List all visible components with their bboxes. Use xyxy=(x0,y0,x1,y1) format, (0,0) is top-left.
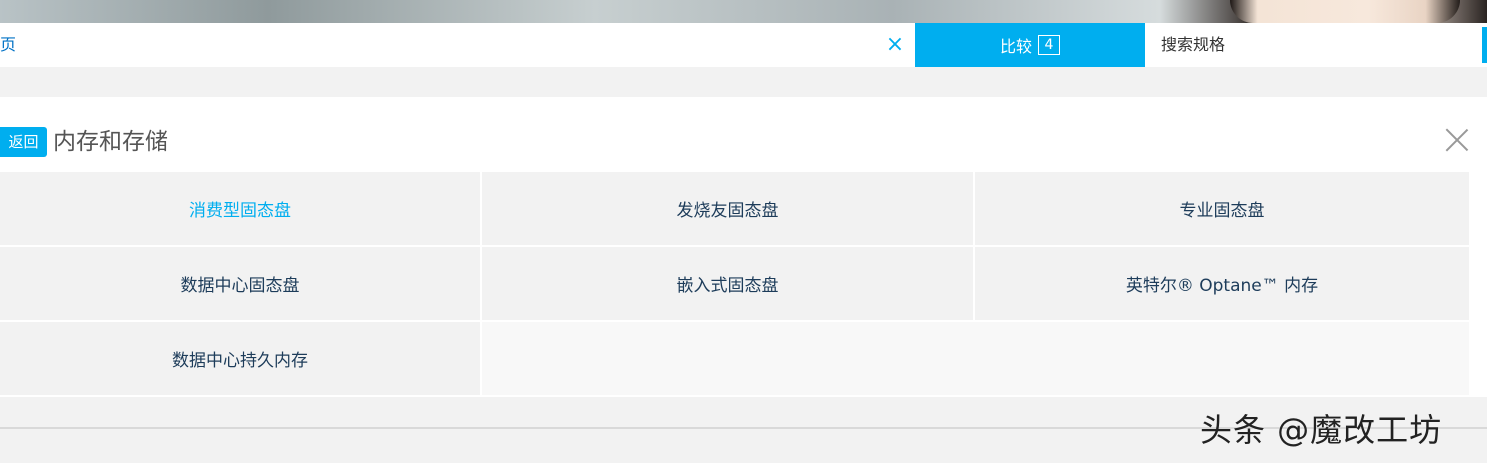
clear-icon[interactable]: × xyxy=(884,34,906,56)
category-persistent-memory[interactable]: 数据中心持久内存 xyxy=(0,322,480,395)
panel-title: 内存和存储 xyxy=(53,129,168,155)
compare-label: 比较 xyxy=(999,37,1032,56)
compare-button[interactable]: 比较 4 xyxy=(915,23,1145,67)
back-button[interactable]: 返回 xyxy=(0,127,47,157)
hero-banner-image xyxy=(0,0,1487,23)
category-embedded-ssd[interactable]: 嵌入式固态盘 xyxy=(482,247,973,320)
compare-bar: 页 × 比较 4 搜索规格 xyxy=(0,23,1487,67)
compare-count-badge: 4 xyxy=(1038,35,1060,55)
category-consumer-ssd[interactable]: 消费型固态盘 xyxy=(0,172,480,245)
spec-search-edge xyxy=(1482,27,1487,63)
breadcrumb[interactable]: 页 xyxy=(0,23,16,67)
close-icon[interactable] xyxy=(1444,127,1470,153)
category-panel: 返回 内存和存储 消费型固态盘 发烧友固态盘 专业固态盘 数据中心固态盘 嵌入式… xyxy=(0,97,1487,397)
category-optane-memory[interactable]: 英特尔® Optane™ 内存 xyxy=(975,247,1469,320)
search-specs-button[interactable]: 搜索规格 xyxy=(1145,23,1475,67)
category-grid: 消费型固态盘 发烧友固态盘 专业固态盘 数据中心固态盘 嵌入式固态盘 英特尔® … xyxy=(0,172,1469,395)
category-datacenter-ssd[interactable]: 数据中心固态盘 xyxy=(0,247,480,320)
hero-person-image xyxy=(1230,0,1460,23)
watermark: 头条 @魔改工坊 xyxy=(1200,411,1443,449)
empty-cell xyxy=(482,322,1469,395)
category-professional-ssd[interactable]: 专业固态盘 xyxy=(975,172,1469,245)
category-enthusiast-ssd[interactable]: 发烧友固态盘 xyxy=(482,172,973,245)
